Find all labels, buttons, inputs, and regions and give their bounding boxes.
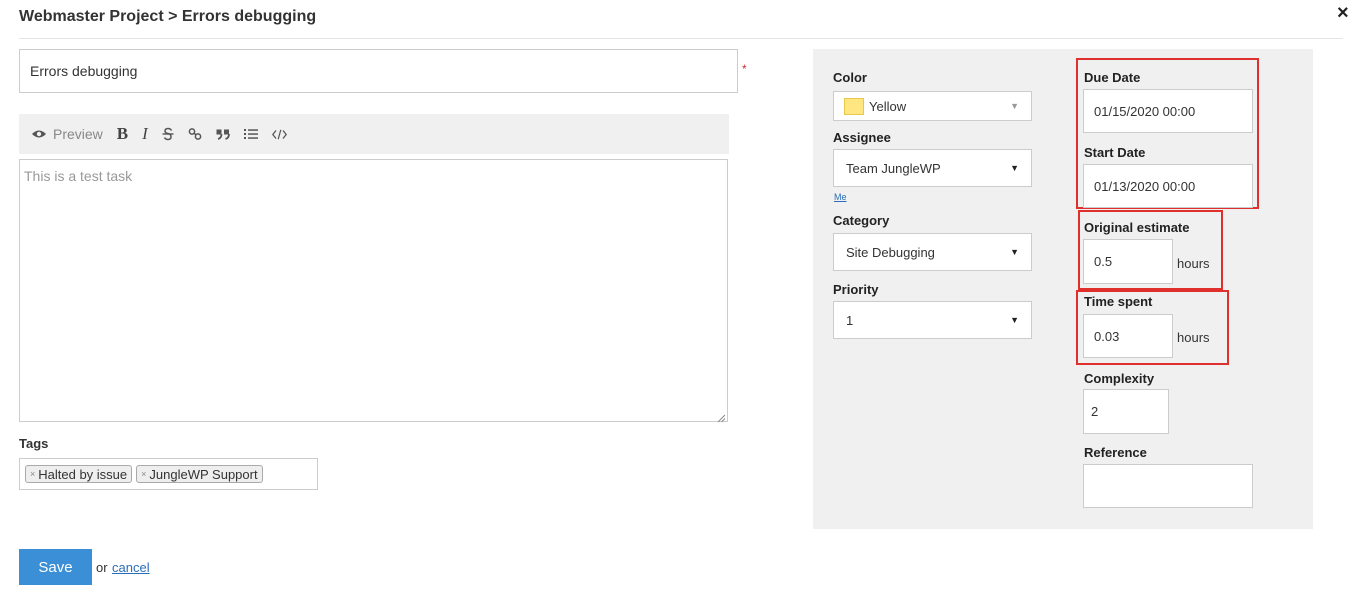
time-spent-input[interactable]: 0.03: [1083, 314, 1173, 358]
header-divider: [19, 38, 1343, 39]
quote-button[interactable]: [216, 129, 230, 140]
color-label: Color: [833, 70, 867, 85]
save-button[interactable]: Save: [19, 549, 92, 585]
task-name-input[interactable]: Errors debugging: [19, 49, 738, 93]
tags-label: Tags: [19, 436, 49, 451]
due-date-label: Due Date: [1084, 70, 1141, 85]
link-button[interactable]: [188, 127, 202, 141]
bold-button[interactable]: B: [117, 124, 128, 144]
complexity-label: Complexity: [1084, 371, 1155, 386]
assignee-value: Team JungleWP: [846, 160, 941, 176]
preview-label: Preview: [53, 126, 103, 142]
priority-label: Priority: [833, 282, 879, 297]
editor-toolbar: Preview B I: [19, 114, 729, 154]
list-button[interactable]: [243, 128, 258, 140]
code-button[interactable]: [271, 129, 287, 140]
color-swatch-icon: [844, 97, 864, 115]
eye-icon: [32, 130, 46, 138]
complexity-input[interactable]: 2: [1083, 389, 1169, 434]
start-date-label: Start Date: [1084, 145, 1146, 160]
reference-label: Reference: [1084, 445, 1147, 460]
category-value: Site Debugging: [846, 244, 935, 260]
due-date-input[interactable]: 01/15/2020 00:00: [1083, 89, 1253, 133]
assignee-label: Assignee: [833, 130, 891, 145]
original-estimate-input[interactable]: 0.5: [1083, 239, 1173, 284]
description-textarea[interactable]: This is a test task: [19, 159, 728, 422]
tag-label: Halted by issue: [38, 466, 128, 482]
assignee-select[interactable]: Team JungleWP ▼: [833, 149, 1032, 187]
or-text: or: [96, 560, 108, 575]
chevron-down-icon: ▼: [1010, 163, 1019, 173]
category-label: Category: [833, 213, 890, 228]
reference-input[interactable]: [1083, 464, 1253, 508]
strikethrough-icon: [162, 127, 174, 141]
time-spent-unit: hours: [1177, 330, 1210, 345]
page-title: Webmaster Project > Errors debugging: [19, 8, 317, 25]
italic-button[interactable]: I: [142, 124, 148, 144]
color-value: Yellow: [869, 98, 907, 114]
code-icon: [271, 129, 287, 139]
color-select[interactable]: Yellow ▼: [833, 91, 1032, 121]
original-estimate-label: Original estimate: [1084, 220, 1190, 235]
tag-remove-icon[interactable]: ×: [141, 469, 146, 479]
category-select[interactable]: Site Debugging ▼: [833, 233, 1032, 271]
chevron-down-icon: ▼: [1010, 101, 1019, 111]
priority-select[interactable]: 1 ▼: [833, 301, 1032, 339]
assign-me-link[interactable]: Me: [834, 192, 847, 202]
time-spent-label: Time spent: [1084, 294, 1153, 309]
close-icon[interactable]: ×: [1337, 3, 1349, 23]
tags-input[interactable]: × Halted by issue × JungleWP Support: [19, 458, 318, 490]
chevron-down-icon: ▼: [1010, 315, 1019, 325]
strikethrough-button[interactable]: [162, 127, 174, 141]
original-estimate-unit: hours: [1177, 256, 1210, 271]
preview-button[interactable]: Preview: [31, 126, 103, 142]
link-icon: [188, 128, 202, 140]
chevron-down-icon: ▼: [1010, 247, 1019, 257]
tag-remove-icon[interactable]: ×: [30, 469, 35, 479]
required-mark: *: [742, 62, 747, 76]
tag-chip: × Halted by issue: [25, 465, 133, 483]
tag-chip: × JungleWP Support: [136, 465, 263, 483]
cancel-link[interactable]: cancel: [112, 560, 150, 575]
start-date-input[interactable]: 01/13/2020 00:00: [1083, 164, 1253, 208]
priority-value: 1: [846, 312, 854, 328]
tag-label: JungleWP Support: [149, 466, 258, 482]
list-icon: [243, 129, 258, 139]
quote-icon: [216, 129, 230, 140]
resize-handle-icon[interactable]: [716, 410, 726, 426]
